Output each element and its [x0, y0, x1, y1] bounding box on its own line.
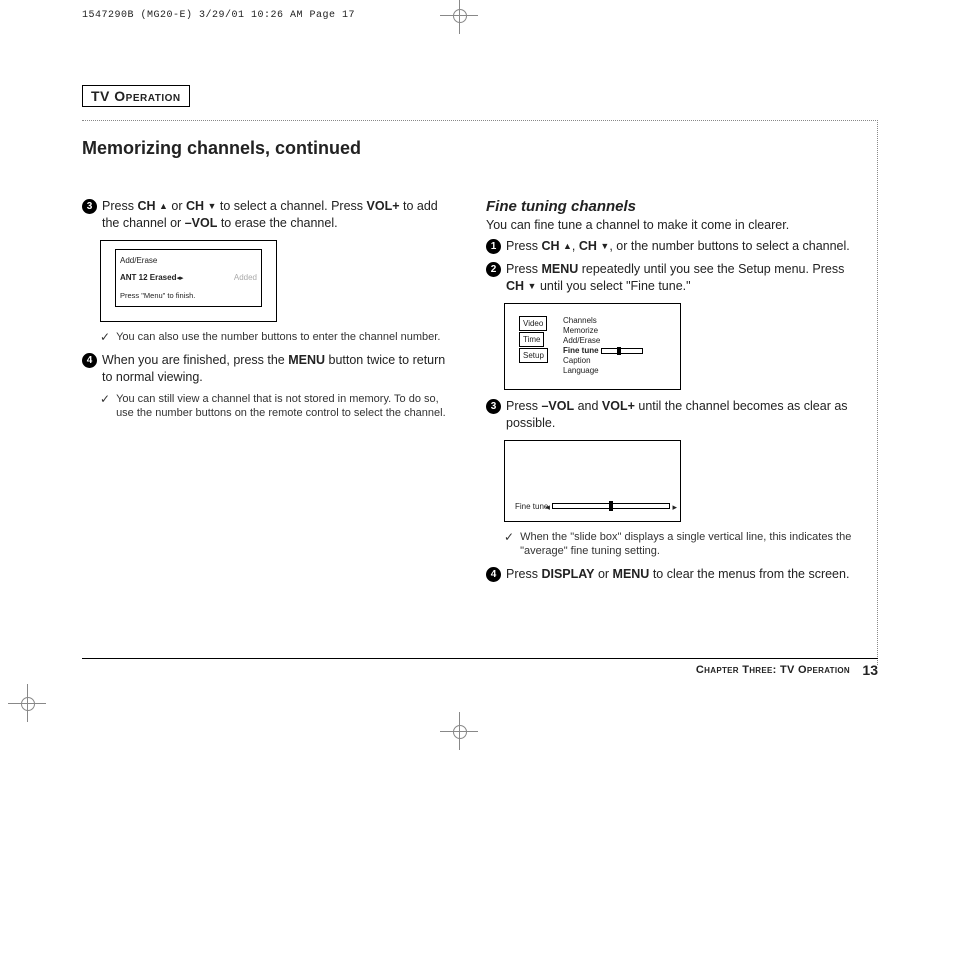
checkmark-icon: ✓: [504, 530, 514, 558]
step-4: 4 When you are finished, press the MENU …: [82, 352, 452, 386]
text: repeatedly until you see the Setup menu.…: [578, 262, 844, 276]
osd-inner: Add/Erase ANT 12 Erased◂▸ Added Press "M…: [115, 249, 262, 307]
osd-hint: Press "Menu" to finish.: [120, 287, 257, 304]
osd-item: Caption: [563, 356, 643, 366]
dotted-divider: [82, 120, 878, 121]
text: CH: [137, 199, 155, 213]
step-number-icon: 2: [486, 262, 501, 277]
osd-item: Language: [563, 366, 643, 376]
text: CH: [186, 199, 204, 213]
osd-tabs: Video Time Setup: [519, 316, 548, 364]
text: Press: [506, 262, 541, 276]
triangle-up-icon: ▲: [159, 201, 168, 211]
registration-mark-icon: [448, 4, 470, 26]
section-tag: TV Operation: [82, 85, 190, 107]
slider-icon: [601, 348, 643, 354]
subsection-heading: Fine tuning channels: [486, 198, 856, 215]
osd-status: ANT 12 Erased: [120, 273, 176, 282]
slider-icon: [552, 503, 670, 509]
text: to erase the channel.: [217, 216, 337, 230]
footer-rule: [82, 658, 878, 659]
text: Press: [102, 199, 137, 213]
osd-title: Add/Erase: [120, 252, 257, 269]
osd-item-selected: Fine tune: [563, 346, 599, 355]
text: –VOL: [185, 216, 218, 230]
text: ,: [572, 239, 579, 253]
step-4: 4 Press DISPLAY or MENU to clear the men…: [486, 566, 856, 583]
text: MENU: [541, 262, 578, 276]
osd-tab: Video: [519, 316, 547, 331]
intro-text: You can fine tune a channel to make it c…: [486, 217, 856, 234]
osd-menu-items: Channels Memorize Add/Erase Fine tune Ca…: [563, 316, 643, 376]
text: CH: [579, 239, 597, 253]
osd-setup-menu: Video Time Setup Channels Memorize Add/E…: [504, 303, 681, 390]
text: DISPLAY: [541, 567, 594, 581]
text: MENU: [613, 567, 650, 581]
left-column: 3 Press CH ▲ or CH ▼ to select a channel…: [82, 198, 452, 428]
text: VOL+: [367, 199, 400, 213]
text: to select a channel. Press: [216, 199, 366, 213]
text: Press: [506, 399, 541, 413]
step-body: When you are finished, press the MENU bu…: [102, 352, 452, 386]
text: CH: [506, 279, 524, 293]
triangle-down-icon: ▼: [600, 241, 609, 251]
osd-slider-label: Fine tune: [515, 498, 548, 515]
osd-tab: Time: [519, 332, 544, 347]
checkmark-icon: ✓: [100, 330, 110, 344]
step-1: 1 Press CH ▲, CH ▼, or the number button…: [486, 238, 856, 255]
step-number-icon: 4: [486, 567, 501, 582]
text: to clear the menus from the screen.: [649, 567, 849, 581]
tip-note: ✓ You can also use the number buttons to…: [100, 330, 452, 344]
tip-text: When the "slide box" displays a single v…: [520, 530, 856, 558]
text: or: [168, 199, 186, 213]
tip-text: You can also use the number buttons to e…: [116, 330, 440, 344]
right-column: Fine tuning channels You can fine tune a…: [486, 198, 856, 589]
text: –VOL: [541, 399, 574, 413]
text: VOL+: [602, 399, 635, 413]
osd-item: Memorize: [563, 326, 643, 336]
step-3: 3 Press –VOL and VOL+ until the channel …: [486, 398, 856, 432]
text: Press: [506, 239, 541, 253]
tip-text: You can still view a channel that is not…: [116, 392, 452, 420]
step-body: Press CH ▲, CH ▼, or the number buttons …: [506, 238, 856, 255]
step-body: Press DISPLAY or MENU to clear the menus…: [506, 566, 856, 583]
text: CH: [541, 239, 559, 253]
osd-alt: Added: [234, 269, 257, 287]
osd-item: Channels: [563, 316, 643, 326]
step-body: Press CH ▲ or CH ▼ to select a channel. …: [102, 198, 452, 232]
registration-mark-icon: [448, 720, 470, 742]
step-number-icon: 4: [82, 353, 97, 368]
text: When you are finished, press the: [102, 353, 288, 367]
osd-add-erase: Add/Erase ANT 12 Erased◂▸ Added Press "M…: [100, 240, 277, 322]
footer-page-number: 13: [862, 662, 878, 678]
osd-item: Add/Erase: [563, 336, 643, 346]
text: until you select "Fine tune.": [536, 279, 690, 293]
step-number-icon: 3: [486, 399, 501, 414]
footer-chapter-label: Chapter Three: TV Operation: [696, 664, 850, 676]
tip-note: ✓ You can still view a channel that is n…: [100, 392, 452, 420]
text: or: [594, 567, 612, 581]
text: , or the number buttons to select a chan…: [609, 239, 849, 253]
registration-mark-icon: [16, 692, 38, 714]
print-header: 1547290B (MG20-E) 3/29/01 10:26 AM Page …: [82, 10, 355, 21]
osd-fine-tune-slider: Fine tune: [504, 440, 681, 522]
triangle-left-icon: ◂▸: [176, 275, 183, 282]
triangle-up-icon: ▲: [563, 241, 572, 251]
osd-tab: Setup: [519, 348, 548, 363]
page-title: Memorizing channels, continued: [82, 138, 361, 159]
tip-note: ✓ When the "slide box" displays a single…: [504, 530, 856, 558]
text: and: [574, 399, 602, 413]
step-body: Press MENU repeatedly until you see the …: [506, 261, 856, 295]
step-number-icon: 1: [486, 239, 501, 254]
step-3: 3 Press CH ▲ or CH ▼ to select a channel…: [82, 198, 452, 232]
dotted-divider-vertical: [877, 120, 878, 665]
step-number-icon: 3: [82, 199, 97, 214]
text: MENU: [288, 353, 325, 367]
step-2: 2 Press MENU repeatedly until you see th…: [486, 261, 856, 295]
checkmark-icon: ✓: [100, 392, 110, 420]
step-body: Press –VOL and VOL+ until the channel be…: [506, 398, 856, 432]
text: Press: [506, 567, 541, 581]
